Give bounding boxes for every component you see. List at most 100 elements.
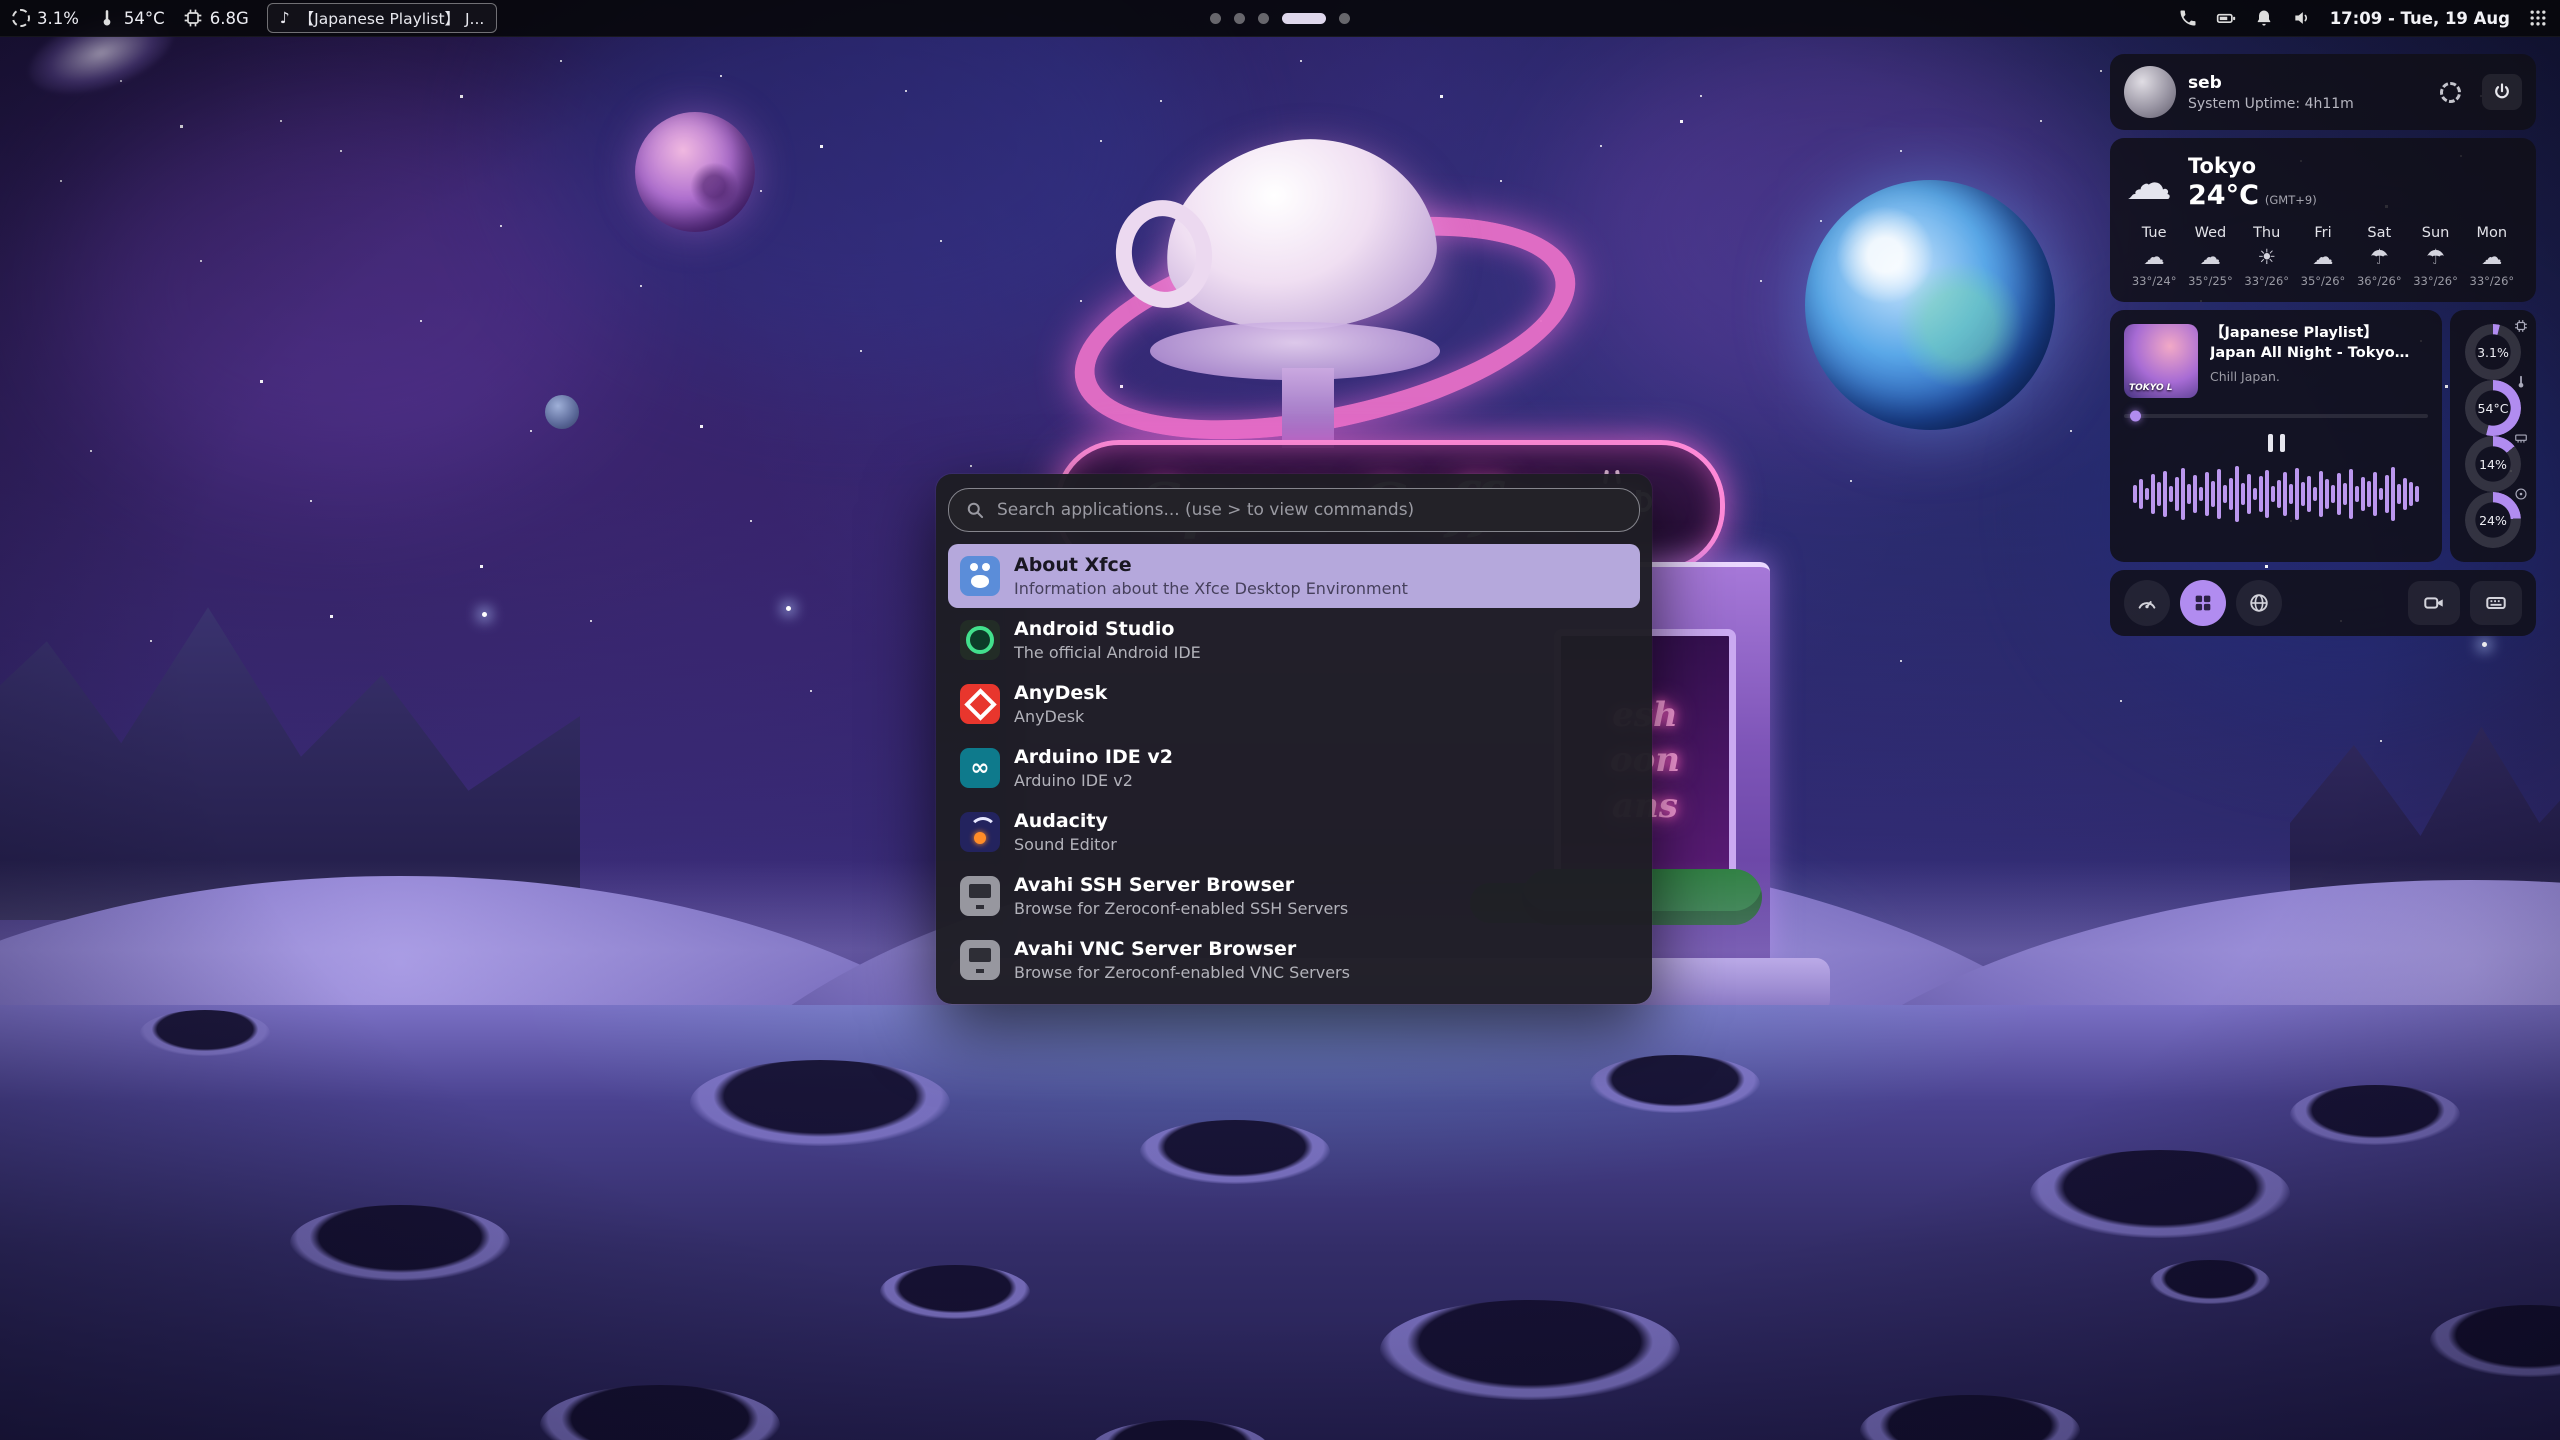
- crater: [1380, 1300, 1680, 1400]
- forecast-day-label: Wed: [2195, 225, 2227, 241]
- system-uptime: System Uptime: 4h11m: [2188, 96, 2418, 112]
- app-row-anydesk[interactable]: AnyDeskAnyDesk: [948, 672, 1640, 736]
- app-desc: The official Android IDE: [1014, 643, 1201, 662]
- power-button[interactable]: [2482, 74, 2522, 110]
- weather-icon: ☂: [2370, 247, 2389, 268]
- app-row-avahi-ssh[interactable]: Avahi SSH Server BrowserBrowse for Zeroc…: [948, 864, 1640, 928]
- keyboard-button[interactable]: [2470, 581, 2522, 625]
- temperature-value: 54°C: [124, 9, 165, 28]
- forecast-day[interactable]: Sat☂36°/26°: [2351, 225, 2407, 288]
- app-row-arduino[interactable]: Arduino IDE v2Arduino IDE v2: [948, 736, 1640, 800]
- media-subtitle: Chill Japan.: [2210, 369, 2428, 384]
- audacity-icon: [960, 812, 1000, 852]
- temperature-gauge: 54°C: [2465, 380, 2521, 436]
- pedestal: [1282, 368, 1334, 448]
- app-list: About XfceInformation about the Xfce Des…: [948, 544, 1640, 992]
- app-name: Arduino IDE v2: [1014, 746, 1173, 768]
- forecast-temps: 33°/26°: [2470, 274, 2515, 288]
- crater: [140, 1010, 270, 1056]
- forecast-row: Tue☁33°/24° Wed☁35°/25° Thu☀33°/26° Fri☁…: [2126, 225, 2520, 288]
- app-desc: AnyDesk: [1014, 707, 1107, 726]
- desktop: Space Coffee esh oon ans: [0, 0, 2560, 1440]
- app-name: Audacity: [1014, 810, 1117, 832]
- app-desc: Sound Editor: [1014, 835, 1117, 854]
- workspace-dot[interactable]: [1339, 13, 1350, 24]
- app-row-avahi-vnc[interactable]: Avahi VNC Server BrowserBrowse for Zeroc…: [948, 928, 1640, 992]
- cpu-icon: [12, 9, 30, 27]
- user-card: seb System Uptime: 4h11m: [2110, 54, 2536, 130]
- workspace-dot[interactable]: [1234, 13, 1245, 24]
- phone-icon[interactable]: [2178, 8, 2198, 28]
- app-row-about-xfce[interactable]: About XfceInformation about the Xfce Des…: [948, 544, 1640, 608]
- app-desc: Information about the Xfce Desktop Envir…: [1014, 579, 1408, 598]
- power-icon: [2492, 82, 2512, 102]
- forecast-day[interactable]: Mon ☁ 33°/26°: [2464, 225, 2520, 288]
- search-box[interactable]: [948, 488, 1640, 532]
- purple-planet: [635, 112, 755, 232]
- app-name: Android Studio: [1014, 618, 1201, 640]
- memory-indicator[interactable]: 6.8G: [183, 8, 249, 28]
- side-panel: seb System Uptime: 4h11m ☁ Tokyo 24°C (G…: [2110, 54, 2536, 636]
- apps-button[interactable]: [2180, 580, 2226, 626]
- settings-button[interactable]: [2430, 74, 2470, 110]
- weather-icon: ☁: [2481, 247, 2502, 268]
- search-input[interactable]: [995, 499, 1623, 521]
- dashboard-button[interactable]: [2124, 580, 2170, 626]
- workspace-indicator: [1210, 0, 1350, 36]
- app-desc: Browse for Zeroconf-enabled SSH Servers: [1014, 899, 1348, 918]
- forecast-day-label: Fri: [2314, 225, 2331, 241]
- temperature-indicator[interactable]: 54°C: [97, 8, 165, 28]
- weather-timezone: (GMT+9): [2265, 193, 2317, 207]
- app-row-audacity[interactable]: Audacity Sound Editor: [948, 800, 1640, 864]
- camera-button[interactable]: [2408, 581, 2460, 625]
- topbar: 3.1% 54°C 6.8G ♪ 【Japanese Playlist】 J..…: [0, 0, 2560, 37]
- battery-icon[interactable]: [2216, 8, 2236, 28]
- forecast-temps: 33°/26°: [2244, 274, 2289, 288]
- forecast-day-label: Thu: [2253, 225, 2280, 241]
- quick-actions-card: [2110, 570, 2536, 636]
- workspace-dot[interactable]: [1258, 13, 1269, 24]
- weather-icon: ☂: [2426, 247, 2445, 268]
- earth-planet: [1805, 180, 2055, 430]
- mountains: [0, 580, 580, 920]
- cpu-indicator[interactable]: 3.1%: [12, 9, 79, 28]
- chip-icon: [183, 8, 203, 28]
- media-player-card: TOKYO L 【Japanese Playlist】 Japan All Ni…: [2110, 310, 2442, 562]
- globe-icon: [2248, 592, 2270, 614]
- music-note-icon: ♪: [280, 9, 290, 27]
- apps-grid-icon[interactable]: [2528, 8, 2548, 28]
- forecast-day[interactable]: Tue☁33°/24°: [2126, 225, 2182, 288]
- forecast-day[interactable]: Sun☂33°/26°: [2407, 225, 2463, 288]
- forecast-day-label: Tue: [2142, 225, 2167, 241]
- volume-icon[interactable]: [2292, 8, 2312, 28]
- workspace-dot-active[interactable]: [1282, 13, 1326, 24]
- crater: [2150, 1260, 2270, 1304]
- weather-icon: ☁: [2144, 247, 2165, 268]
- cpu-gauge: 3.1%: [2465, 324, 2521, 380]
- crater: [2030, 1150, 2290, 1238]
- progress-knob[interactable]: [2130, 411, 2141, 422]
- weather-city: Tokyo: [2188, 154, 2317, 178]
- pause-icon: [2280, 434, 2285, 452]
- bell-icon[interactable]: [2254, 8, 2274, 28]
- cpu-value: 3.1%: [37, 9, 79, 28]
- weather-temp: 24°C: [2188, 180, 2259, 211]
- forecast-day[interactable]: Fri☁35°/26°: [2295, 225, 2351, 288]
- playlist-button[interactable]: ♪ 【Japanese Playlist】 J...: [267, 3, 498, 33]
- app-row-android-studio[interactable]: Android Studio The official Android IDE: [948, 608, 1640, 672]
- keyboard-icon: [2485, 592, 2507, 614]
- forecast-day-label: Mon: [2477, 225, 2508, 241]
- bright-star: [482, 612, 487, 617]
- clock[interactable]: 17:09 - Tue, 19 Aug: [2330, 9, 2510, 28]
- workspace-dot[interactable]: [1210, 13, 1221, 24]
- album-art-text: TOKYO L: [2129, 383, 2172, 393]
- small-moon: [545, 395, 579, 429]
- weather-icon: ☀: [2257, 247, 2276, 268]
- globe-button[interactable]: [2236, 580, 2282, 626]
- forecast-day[interactable]: Thu ☀ 33°/26°: [2239, 225, 2295, 288]
- forecast-day[interactable]: Wed☁35°/25°: [2182, 225, 2238, 288]
- weather-icon: ☁: [2200, 247, 2221, 268]
- media-progress[interactable]: [2124, 414, 2428, 418]
- pause-button[interactable]: [2262, 428, 2291, 458]
- anydesk-icon: [960, 684, 1000, 724]
